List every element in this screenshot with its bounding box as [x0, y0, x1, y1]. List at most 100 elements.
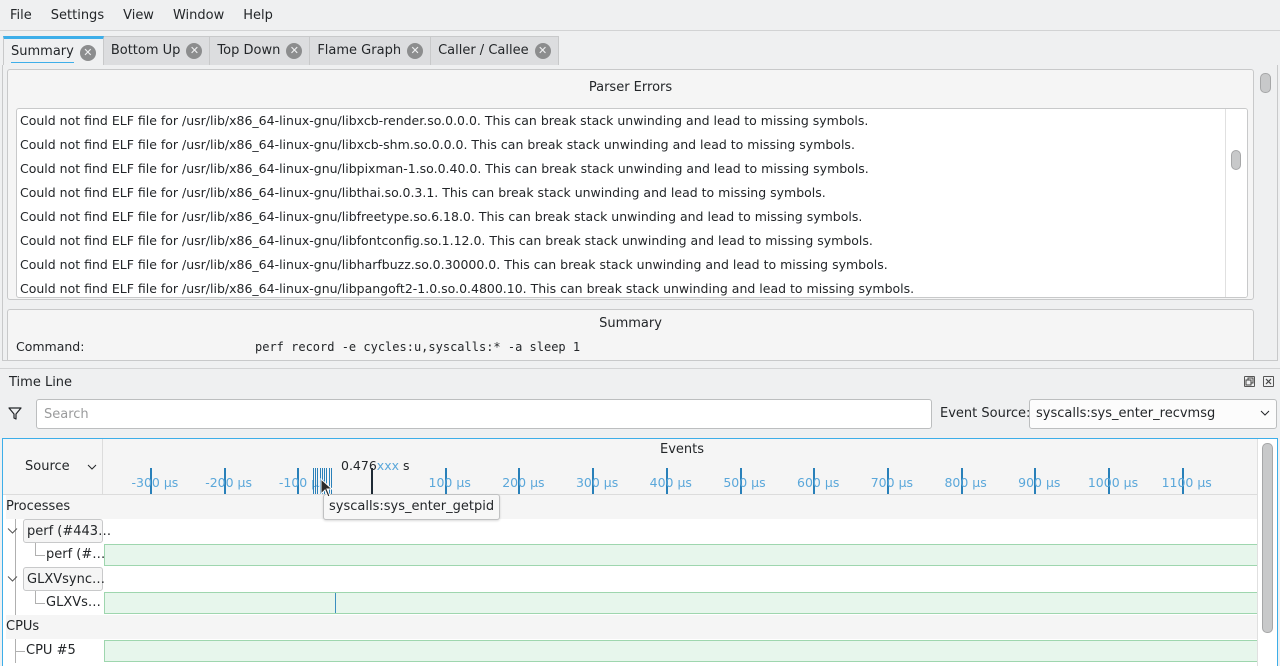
close-icon[interactable]: ✕ [534, 43, 551, 59]
event-marker[interactable] [315, 468, 317, 494]
axis-tick-label: -100 µs [278, 475, 326, 490]
section-label: Processes [6, 495, 103, 519]
timeline-row[interactable]: perf (#443… [3, 519, 1259, 543]
timeline-title: Time Line [9, 375, 73, 390]
tab-label: Flame Graph [317, 42, 402, 58]
leaf-label: GLXVs… [46, 595, 101, 610]
summary-group: Summary Command: perf record -e cycles:u… [7, 309, 1254, 360]
error-row: Could not find ELF file for /usr/lib/x86… [20, 113, 869, 128]
error-row: Could not find ELF file for /usr/lib/x86… [20, 281, 915, 296]
close-icon[interactable]: ✕ [286, 43, 303, 59]
timeline-row[interactable]: CPU #5 [3, 639, 1259, 663]
timeline-row[interactable]: GLXVsync… [3, 567, 1259, 591]
source-header-label: Source [25, 459, 70, 474]
scrollbar-thumb[interactable] [1260, 73, 1271, 93]
summary-scrollbar[interactable] [1255, 65, 1277, 360]
summary-title: Summary [599, 316, 662, 331]
tab-flame-graph[interactable]: Flame Graph ✕ [310, 36, 432, 66]
tab-top-down[interactable]: Top Down ✕ [210, 36, 311, 66]
summary-command-row: Command: perf record -e cycles:u,syscall… [8, 338, 1253, 356]
parser-errors-title: Parser Errors [588, 80, 673, 95]
error-row: Could not find ELF file for /usr/lib/x86… [20, 137, 855, 152]
close-dock-icon[interactable] [1263, 376, 1274, 387]
section-row-background [103, 615, 1259, 639]
parser-errors-list: Could not find ELF file for /usr/lib/x86… [16, 108, 1248, 298]
leaf-label: perf (#… [46, 547, 106, 562]
scrollbar-thumb[interactable] [1262, 443, 1273, 633]
event-source-select[interactable]: syscalls:sys_enter_recvmsg [1029, 399, 1277, 429]
group-label: GLXVsync… [23, 567, 105, 591]
axis-tick-label: 300 µs [575, 475, 619, 490]
close-icon[interactable]: ✕ [79, 44, 96, 61]
event-marker[interactable] [335, 593, 337, 613]
command-value: perf record -e cycles:u,syscalls:* -a sl… [255, 340, 581, 354]
menu-bar: File Settings View Window Help [0, 0, 1280, 31]
tree-line [15, 591, 16, 615]
tab-summary[interactable]: Summary ✕ [3, 36, 104, 66]
menu-window[interactable]: Window [166, 0, 231, 31]
axis-tick-label: 900 µs [1018, 475, 1061, 490]
close-icon[interactable]: ✕ [186, 43, 203, 59]
summary-pane: Parser Errors Could not find ELF file fo… [2, 65, 1278, 361]
tree-line [35, 603, 45, 604]
menu-settings[interactable]: Settings [44, 0, 111, 31]
chevron-down-icon[interactable] [7, 575, 18, 583]
error-row: Could not find ELF file for /usr/lib/x86… [20, 185, 826, 200]
timeline-view[interactable]: Source Events -300 µs -200 µs -100 µs 100 µ… [2, 438, 1278, 666]
error-row: Could not find ELF file for /usr/lib/x86… [20, 209, 863, 224]
float-dock-icon[interactable] [1244, 376, 1255, 387]
menu-view[interactable]: View [116, 0, 161, 31]
filter-icon[interactable] [8, 406, 22, 420]
timeline-row[interactable]: CPUs [3, 615, 1259, 639]
timeline-row[interactable]: perf (#… [3, 543, 1259, 567]
tree-line [35, 591, 36, 603]
event-marker[interactable] [313, 468, 315, 494]
event-source-label: Event Source: [940, 406, 1031, 421]
timeline-scrollbar[interactable] [1257, 439, 1277, 666]
tab-bottom-up[interactable]: Bottom Up ✕ [103, 36, 211, 66]
axis-tick-label: 600 µs [797, 475, 840, 490]
timeline-dock: Time Line Event Source: syscalls:sys_ent… [0, 368, 1280, 666]
timeline-row[interactable]: Processes [3, 495, 1259, 519]
source-column-header[interactable]: Source [3, 439, 103, 495]
tab-bar: Summary ✕ Bottom Up ✕ Top Down ✕ Flame G… [3, 36, 559, 66]
timeline-header: Source Events -300 µs -200 µs -100 µs 100 µ… [3, 439, 1259, 495]
error-row: Could not find ELF file for /usr/lib/x86… [20, 161, 869, 176]
event-marker[interactable] [317, 468, 319, 494]
axis-tick-label: 1100 µs [1161, 475, 1212, 490]
timeline-rows: Processes perf (#443… perf (#… GLXVsync… GLX… [3, 495, 1259, 663]
command-label: Command: [16, 339, 85, 354]
axis-tick-label: 800 µs [944, 475, 987, 490]
parser-errors-group: Parser Errors Could not find ELF file fo… [7, 69, 1254, 300]
timeline-bar[interactable] [104, 592, 1258, 614]
timeline-row[interactable]: GLXVs… [3, 591, 1259, 615]
close-icon[interactable]: ✕ [407, 43, 424, 59]
scrollbar-thumb[interactable] [1231, 150, 1241, 170]
tab-caller-callee[interactable]: Caller / Callee ✕ [431, 36, 559, 66]
chevron-down-icon[interactable] [7, 527, 18, 535]
timeline-bar[interactable] [104, 544, 1258, 566]
timeline-bar[interactable] [104, 640, 1258, 662]
axis-tick-label: 700 µs [870, 475, 914, 490]
error-list-scrollbar[interactable] [1225, 109, 1247, 297]
tree-line [15, 543, 16, 567]
tab-label: Bottom Up [110, 42, 181, 58]
tab-label: Top Down [217, 42, 281, 58]
axis-tick-label: -200 µs [205, 475, 252, 490]
cursor-time-label: 0.476xxx s [341, 458, 410, 473]
axis-tick-label: 100 µs [428, 475, 471, 490]
menu-help[interactable]: Help [236, 0, 280, 31]
event-tooltip: syscalls:sys_enter_getpid [323, 494, 501, 520]
tree-line [35, 555, 45, 556]
mouse-pointer-icon [320, 478, 334, 498]
axis-tick-label: 1000 µs [1087, 475, 1139, 490]
tree-line [15, 651, 25, 652]
chevron-down-icon [1260, 410, 1270, 416]
axis-tick-label: 200 µs [502, 475, 545, 490]
menu-file[interactable]: File [3, 0, 39, 31]
search-input[interactable] [36, 399, 932, 429]
chevron-down-icon [87, 464, 97, 470]
time-axis[interactable]: -300 µs -200 µs -100 µs 100 µs 200 µs 300 µs 4… [104, 439, 1259, 495]
tree-line [35, 543, 36, 555]
error-row: Could not find ELF file for /usr/lib/x86… [20, 257, 888, 272]
